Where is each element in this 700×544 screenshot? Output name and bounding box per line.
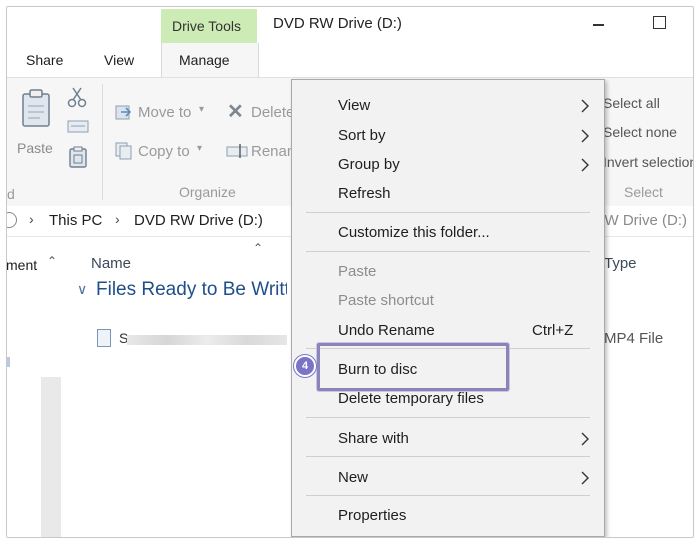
submenu-arrow-icon [581, 158, 589, 172]
copy-to-icon[interactable] [115, 142, 133, 160]
breadcrumb-drive[interactable]: DVD RW Drive (D:) [134, 212, 263, 229]
context-menu: View Sort by Group by Refresh Customize … [291, 79, 605, 537]
tab-manage-label: Manage [179, 52, 230, 68]
menu-separator [306, 456, 590, 457]
menu-item-refresh[interactable]: Refresh [292, 180, 604, 208]
file-type: MP4 File [604, 330, 664, 347]
breadcrumb-this-pc[interactable]: This PC [49, 212, 102, 229]
maximize-icon[interactable] [653, 16, 666, 29]
nav-column-label: ment [6, 257, 38, 273]
submenu-arrow-icon [581, 129, 589, 143]
window-title: DVD RW Drive (D:) [273, 15, 402, 32]
minimize-icon[interactable] [593, 24, 604, 26]
type-column-header[interactable]: Type [604, 255, 637, 272]
copy-path-icon[interactable] [67, 120, 89, 134]
breadcrumb-separator-icon: › [29, 211, 34, 227]
menu-item-view[interactable]: View [292, 92, 604, 120]
select-none-button[interactable]: Select none [603, 124, 677, 140]
group-header[interactable]: ∨ Files Ready to Be Written to the Disc [77, 279, 287, 305]
organize-group-label: Organize [179, 184, 236, 200]
file-name-blurred [127, 335, 287, 345]
name-column-header[interactable]: Name [91, 255, 131, 272]
clipboard-paste-icon[interactable] [21, 88, 51, 128]
nav-pane-fragment [7, 357, 10, 367]
menu-separator [306, 251, 590, 252]
menu-separator [306, 212, 590, 213]
search-placeholder: Search DVD RW Drive (D:) [593, 212, 687, 229]
select-all-button[interactable]: Select all [603, 95, 660, 111]
menu-item-customize-folder[interactable]: Customize this folder... [292, 219, 604, 247]
menu-item-properties[interactable]: Properties [292, 502, 604, 530]
copy-to-button[interactable]: Copy to [138, 143, 190, 160]
submenu-arrow-icon [581, 99, 589, 113]
sort-up-icon[interactable]: ⌃ [47, 254, 57, 268]
drive-tools-label: Drive Tools [172, 18, 241, 34]
search-box[interactable]: Search DVD RW Drive (D:) [593, 209, 693, 233]
group-header-label: Files Ready to Be Written to the Disc [96, 279, 287, 300]
explorer-window: Drive Tools DVD RW Drive (D:) Share View… [6, 6, 694, 538]
menu-item-undo-rename[interactable]: Undo Rename Ctrl+Z [292, 317, 604, 345]
menu-separator [306, 495, 590, 496]
breadcrumb-separator-icon: › [115, 211, 120, 227]
menu-item-group-by[interactable]: Group by [292, 151, 604, 179]
invert-selection-button[interactable]: Invert selection [603, 154, 693, 170]
menu-item-sort-by[interactable]: Sort by [292, 122, 604, 150]
group-collapse-icon[interactable]: ∨ [77, 281, 87, 298]
submenu-arrow-icon [581, 432, 589, 446]
copy-to-dropdown-icon[interactable]: ▾ [197, 143, 202, 154]
menu-separator [306, 417, 590, 418]
cut-icon[interactable] [67, 86, 87, 108]
paste-button-label[interactable]: Paste [17, 140, 53, 156]
menu-item-new[interactable]: New [292, 464, 604, 492]
move-to-icon[interactable] [115, 102, 133, 120]
submenu-arrow-icon [581, 471, 589, 485]
rename-icon[interactable] [226, 143, 248, 159]
step-badge: 4 [294, 355, 316, 377]
file-icon [97, 329, 111, 347]
move-to-dropdown-icon[interactable]: ▾ [199, 104, 204, 115]
delete-icon[interactable]: ✕ [227, 99, 244, 124]
tab-view[interactable]: View [104, 52, 134, 68]
ribbon-group-separator [102, 84, 103, 200]
nav-scrollbar[interactable] [41, 377, 61, 537]
paste-shortcut-icon[interactable] [69, 146, 87, 168]
menu-item-share-with[interactable]: Share with [292, 425, 604, 453]
undo-shortcut: Ctrl+Z [532, 322, 574, 339]
select-group-label: Select [624, 184, 663, 200]
refresh-icon[interactable] [7, 212, 17, 228]
tab-share[interactable]: Share [26, 52, 63, 68]
burn-to-disc-highlight [317, 343, 509, 391]
clipboard-group-fragment: d [7, 186, 15, 202]
sort-indicator-icon: ⌃ [253, 241, 264, 255]
menu-item-paste[interactable]: Paste [292, 258, 604, 286]
menu-item-paste-shortcut[interactable]: Paste shortcut [292, 287, 604, 315]
delete-button[interactable]: Delete [251, 104, 294, 121]
move-to-button[interactable]: Move to [138, 104, 191, 121]
